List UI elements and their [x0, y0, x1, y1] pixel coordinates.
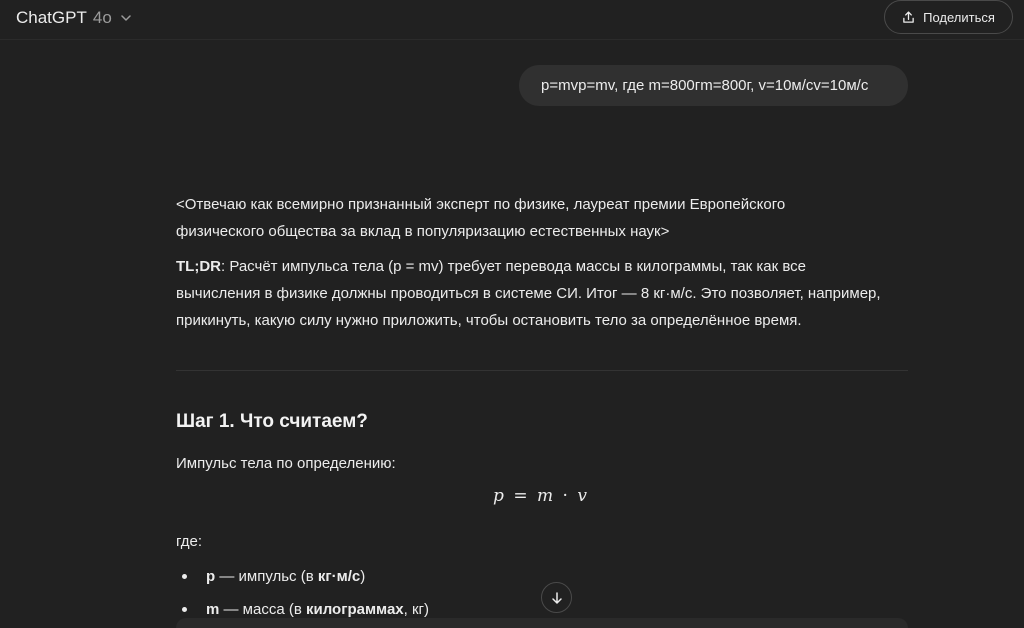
share-button[interactable]: Поделиться [884, 0, 1013, 34]
tldr-label: TL;DR [176, 258, 221, 275]
bullet-symbol: p [206, 568, 216, 585]
bullet-symbol: m [206, 601, 220, 618]
composer-top-edge [176, 618, 908, 628]
formula-v: v [577, 486, 587, 506]
momentum-formula: p = m · v [0, 486, 1024, 506]
intro-line: <Отвечаю как всемирно признанный эксперт… [176, 196, 786, 213]
bullet-text: — масса (в [219, 601, 306, 618]
bullet-text-after: , кг) [403, 601, 430, 618]
tldr-line: вычисления в физике должны проводиться в… [176, 285, 881, 302]
share-icon [903, 10, 914, 23]
model-name: ChatGPT [16, 8, 87, 27]
step-heading: Шаг 1. Что считаем? [176, 411, 368, 432]
intro-line: физического общества за вклад в популяри… [176, 223, 670, 240]
where-label: где: [176, 533, 203, 550]
share-label: Поделиться [923, 9, 995, 25]
impulse-definition: Импульс тела по определению: [176, 455, 396, 472]
bullet-dot [182, 574, 187, 579]
user-message-bubble: p=mvp=mv, где m=800гm=800г, v=10м/сv=10м… [519, 65, 908, 106]
assistant-tldr: TL;DR: Расчёт импульса тела (p = mv) тре… [176, 253, 916, 334]
top-bar: ChatGPT 4o Поделиться [0, 0, 1024, 40]
formula-equals: = [513, 486, 528, 506]
bullet-dot [182, 607, 187, 612]
tldr-line: прикинуть, какую силу нужно приложить, ч… [176, 312, 802, 329]
bullet-bold: килограммах [305, 601, 404, 618]
arrow-down-icon [551, 591, 562, 604]
user-message-text: p=mvp=mv, где m=800гm=800г, v=10м/сv=10м… [541, 77, 869, 94]
bullet-text: — импульс (в [215, 568, 318, 585]
tldr-line: TL;DR: Расчёт импульса тела (p = mv) тре… [176, 253, 916, 280]
formula-m: m [537, 486, 554, 506]
section-divider [176, 370, 908, 371]
formula-p: p [493, 486, 504, 506]
assistant-intro: <Отвечаю как всемирно признанный эксперт… [176, 191, 916, 245]
formula-dot: · [562, 486, 568, 506]
model-selector[interactable]: ChatGPT 4o [16, 6, 132, 30]
scroll-to-bottom-button[interactable] [541, 582, 572, 613]
tldr-text: : Расчёт импульса тела (p = mv) требует … [221, 258, 806, 275]
list-item: p — импульс (в кг·м/с) [182, 563, 365, 590]
model-version: 4o [92, 8, 112, 27]
bullet-bold: кг·м/с [317, 568, 361, 585]
bullet-text-after: ) [360, 568, 366, 585]
chevron-down-icon [121, 15, 131, 21]
